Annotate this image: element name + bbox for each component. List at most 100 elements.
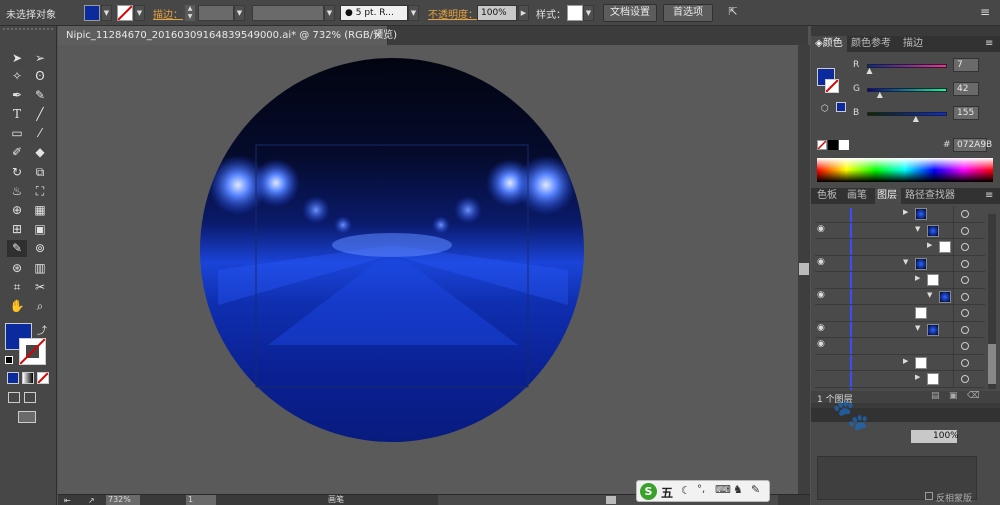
- vertical-scroll-thumb[interactable]: [799, 263, 809, 275]
- new-layer-icon[interactable]: ▣: [949, 391, 958, 401]
- default-colors-icon[interactable]: [5, 356, 13, 364]
- b-value-field[interactable]: 155: [953, 106, 979, 120]
- scale-tool-icon[interactable]: ⧉: [30, 164, 50, 181]
- document-setup-button[interactable]: 文档设置: [603, 4, 657, 22]
- gamut-swatch[interactable]: [836, 102, 846, 112]
- g-slider[interactable]: ▲: [867, 88, 947, 99]
- invert-mask-checkbox[interactable]: [925, 492, 933, 500]
- pen-tool-icon[interactable]: ✒: [7, 87, 27, 104]
- artboard-tool-icon[interactable]: ⌗: [7, 279, 27, 296]
- target-circle-icon[interactable]: [961, 342, 969, 350]
- graph-tool-icon[interactable]: ▥: [30, 260, 50, 277]
- r-slider[interactable]: ▲: [866, 64, 947, 75]
- shape-builder-tool-icon[interactable]: ⊕: [7, 202, 27, 219]
- tab-layers[interactable]: 图层: [875, 188, 901, 204]
- horizontal-scroll-thumb[interactable]: [606, 496, 616, 504]
- stroke-weight-field[interactable]: [198, 5, 234, 21]
- eraser-tool-icon[interactable]: ◆: [30, 144, 50, 161]
- vertical-scrollbar[interactable]: [798, 45, 810, 494]
- close-tab-icon[interactable]: ×: [374, 26, 382, 45]
- paintbrush-tool-icon[interactable]: ⁄: [30, 125, 50, 142]
- layer-row[interactable]: ▶: [815, 206, 985, 223]
- tab-brushes[interactable]: 画笔: [847, 188, 871, 204]
- layer-row[interactable]: ▶: [815, 354, 985, 371]
- artboard-number-field[interactable]: 1: [186, 495, 216, 505]
- panel-options-icon[interactable]: ≡: [985, 36, 993, 52]
- line-tool-icon[interactable]: ╱: [30, 106, 50, 123]
- white-color-chip[interactable]: [839, 140, 849, 150]
- draw-behind-icon[interactable]: [24, 392, 36, 403]
- opacity-dropdown[interactable]: ▶: [518, 5, 529, 21]
- artboard-nav-icon[interactable]: ⇤: [64, 496, 71, 505]
- expand-arrow-icon[interactable]: ▼: [903, 258, 908, 266]
- ime-moon-icon[interactable]: ☾: [681, 484, 691, 497]
- share-icon[interactable]: ↗: [88, 496, 95, 505]
- fill-dropdown[interactable]: ▼: [101, 5, 112, 21]
- perspective-grid-tool-icon[interactable]: ▦: [30, 202, 50, 219]
- variable-width-profile[interactable]: [252, 5, 324, 21]
- none-color-chip[interactable]: [817, 140, 827, 150]
- color-mode-icon[interactable]: [7, 372, 19, 384]
- target-circle-icon[interactable]: [961, 276, 969, 284]
- b-slider-thumb[interactable]: ▲: [913, 115, 919, 123]
- layers-scrollbar[interactable]: [988, 214, 996, 389]
- visibility-eye-icon[interactable]: ◉: [817, 224, 825, 234]
- warp-tool-icon[interactable]: ♨: [7, 183, 27, 200]
- layer-row[interactable]: ▶: [815, 272, 985, 289]
- target-circle-icon[interactable]: [961, 226, 969, 235]
- layer-row[interactable]: ◉ ▼: [815, 288, 985, 305]
- expand-arrow-icon[interactable]: ▶: [903, 357, 908, 365]
- stroke-weight-dropdown[interactable]: ▼: [234, 5, 245, 21]
- visibility-eye-icon[interactable]: ◉: [817, 257, 825, 267]
- transparency-opacity-field[interactable]: 100%: [911, 430, 959, 443]
- blend-tool-icon[interactable]: ⊚: [30, 240, 50, 257]
- layers-scroll-thumb[interactable]: [988, 344, 996, 384]
- color-stroke-box[interactable]: [825, 79, 839, 93]
- target-circle-icon[interactable]: [961, 259, 969, 268]
- stroke-dropdown[interactable]: ▼: [134, 5, 145, 21]
- tab-color[interactable]: ◈颜色: [811, 36, 847, 52]
- none-mode-icon[interactable]: [37, 372, 49, 384]
- fill-swatch[interactable]: [84, 5, 100, 21]
- free-transform-tool-icon[interactable]: ⛶: [30, 183, 50, 200]
- expand-arrow-icon[interactable]: ▼: [915, 225, 920, 233]
- hand-tool-icon[interactable]: ✋: [7, 298, 27, 315]
- target-circle-icon[interactable]: [961, 358, 969, 367]
- target-circle-icon[interactable]: [961, 309, 969, 317]
- curvature-tool-icon[interactable]: ✎: [30, 87, 50, 104]
- target-circle-icon[interactable]: [961, 292, 969, 301]
- ime-tools-icon[interactable]: ✎: [751, 483, 760, 496]
- black-color-chip[interactable]: [828, 140, 838, 150]
- r-slider-thumb[interactable]: ▲: [866, 67, 872, 75]
- stroke-label[interactable]: 描边：: [153, 6, 183, 21]
- swap-colors-icon[interactable]: ⤴: [37, 322, 47, 337]
- target-circle-icon[interactable]: [961, 375, 969, 383]
- expand-arrow-icon[interactable]: ▶: [915, 274, 920, 282]
- style-dropdown[interactable]: ▼: [583, 5, 594, 21]
- canvas[interactable]: [58, 45, 798, 494]
- zoom-tool-icon[interactable]: ⌕: [30, 298, 50, 315]
- new-sublayer-icon[interactable]: ▤: [931, 391, 940, 401]
- delete-layer-icon[interactable]: ⌫: [967, 391, 980, 401]
- draw-mode-icon[interactable]: [8, 392, 20, 403]
- g-slider-thumb[interactable]: ▲: [877, 91, 883, 99]
- layers-options-icon[interactable]: ≡: [985, 188, 993, 204]
- layer-row[interactable]: [815, 305, 985, 322]
- document-tab[interactable]: Nipic_11284670_20160309164839549000.ai* …: [58, 26, 397, 45]
- expand-arrow-icon[interactable]: ▶: [915, 373, 920, 381]
- screen-mode-icon[interactable]: [18, 411, 36, 423]
- expand-arrow-icon[interactable]: ▶: [903, 208, 908, 216]
- slice-tool-icon[interactable]: ✂: [30, 279, 50, 296]
- opacity-label[interactable]: 不透明度：: [428, 6, 478, 21]
- visibility-eye-icon[interactable]: ◉: [817, 290, 825, 300]
- r-value-field[interactable]: 7: [953, 58, 979, 72]
- visibility-eye-icon[interactable]: ◉: [817, 339, 825, 349]
- layer-row[interactable]: ▶: [815, 239, 985, 256]
- expand-arrow-icon[interactable]: ▼: [915, 324, 920, 332]
- target-circle-icon[interactable]: [961, 243, 969, 251]
- eyedropper-tool-icon[interactable]: ✎: [7, 240, 27, 257]
- rectangle-tool-icon[interactable]: ▭: [7, 125, 27, 142]
- profile-dropdown[interactable]: ▼: [324, 5, 335, 21]
- ime-mode[interactable]: 五: [661, 484, 673, 501]
- visibility-eye-icon[interactable]: ◉: [817, 323, 825, 333]
